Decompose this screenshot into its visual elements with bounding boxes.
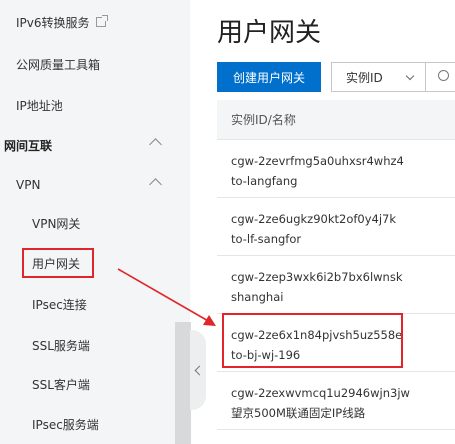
sidebar-collapse-button[interactable] [190,330,206,410]
gateway-id-link[interactable]: cgw-2zexwvmcq1u2946wjn3jw [231,383,455,403]
sidebar-item-label: SSL客户端 [32,377,90,392]
external-link-icon [95,15,108,27]
sidebar-item-ssl-server[interactable]: SSL服务端 [0,325,190,365]
search-icon [438,70,449,81]
filter-select[interactable]: 实例ID [331,62,426,92]
chevron-up-icon [149,138,162,151]
search-input[interactable] [425,62,455,92]
sidebar-item-label: VPN网关 [32,216,81,231]
gateway-id-link[interactable]: cgw-2ze6ugkz90kt2of0y4j7k [231,209,455,229]
gateway-name: to-lf-sangfor [231,232,302,246]
sidebar-scrollbar[interactable] [175,322,191,444]
sidebar: IPv6转换服务 公网质量工具箱 IP地址池 网间互联 VPN VPN网关 用户… [0,0,190,444]
chevron-up-icon [149,178,162,191]
sidebar-item-vpn-gateway[interactable]: VPN网关 [0,203,190,243]
gateway-name: shanghai [231,290,284,304]
table-row: cgw-2ze6ugkz90kt2of0y4j7k to-lf-sangfor [217,198,455,256]
sidebar-group-vpn[interactable]: VPN [0,165,190,205]
table-row: cgw-2zep3wxk6i2b7bx6lwnsk shanghai [217,256,455,314]
sidebar-item-label: IPsec服务端 [32,417,99,432]
table-row: cgw-2zevrfmg5a0uhxsr4whz4 to-langfang [217,140,455,198]
sidebar-item-label: 公网质量工具箱 [16,57,101,72]
sidebar-item-ipsec-server[interactable]: IPsec服务端 [0,404,190,444]
column-header-id-name: 实例ID/名称 [231,113,296,127]
sidebar-item-label: SSL服务端 [32,338,90,353]
chevron-down-icon [405,71,415,81]
page-title: 用户网关 [217,18,322,48]
sidebar-group-label: 网间互联 [4,138,53,153]
gateway-table: 实例ID/名称 cgw-2zevrfmg5a0uhxsr4whz4 to-lan… [217,100,455,430]
sidebar-item-ipv6-translation[interactable]: IPv6转换服务 [0,2,190,42]
filter-selected-value: 实例ID [346,70,383,85]
chevron-left-icon [194,365,205,375]
sidebar-group-label: VPN [16,178,41,192]
gateway-id-link[interactable]: cgw-2zevrfmg5a0uhxsr4whz4 [231,151,455,171]
table-header: 实例ID/名称 [217,100,455,140]
sidebar-item-label: IP地址池 [16,98,63,113]
sidebar-group-interconnect[interactable]: 网间互联 [0,125,190,165]
create-customer-gateway-button[interactable]: 创建用户网关 [217,62,321,92]
sidebar-item-ip-pool[interactable]: IP地址池 [0,85,190,125]
sidebar-item-network-quality-toolbox[interactable]: 公网质量工具箱 [0,44,190,84]
gateway-id-link[interactable]: cgw-2zep3wxk6i2b7bx6lwnsk [231,267,455,287]
annotation-box-sidebar [22,248,94,278]
sidebar-item-label: IPsec连接 [32,297,87,312]
sidebar-item-label: IPv6转换服务 [16,15,90,30]
sidebar-item-ssl-client[interactable]: SSL客户端 [0,364,190,404]
gateway-name: to-langfang [231,174,298,188]
annotation-box-row [222,313,403,368]
table-row: cgw-2zexwvmcq1u2946wjn3jw 望京500M联通固定IP线路 [217,372,455,430]
gateway-name: 望京500M联通固定IP线路 [231,406,366,420]
sidebar-item-ipsec-connection[interactable]: IPsec连接 [0,284,190,324]
